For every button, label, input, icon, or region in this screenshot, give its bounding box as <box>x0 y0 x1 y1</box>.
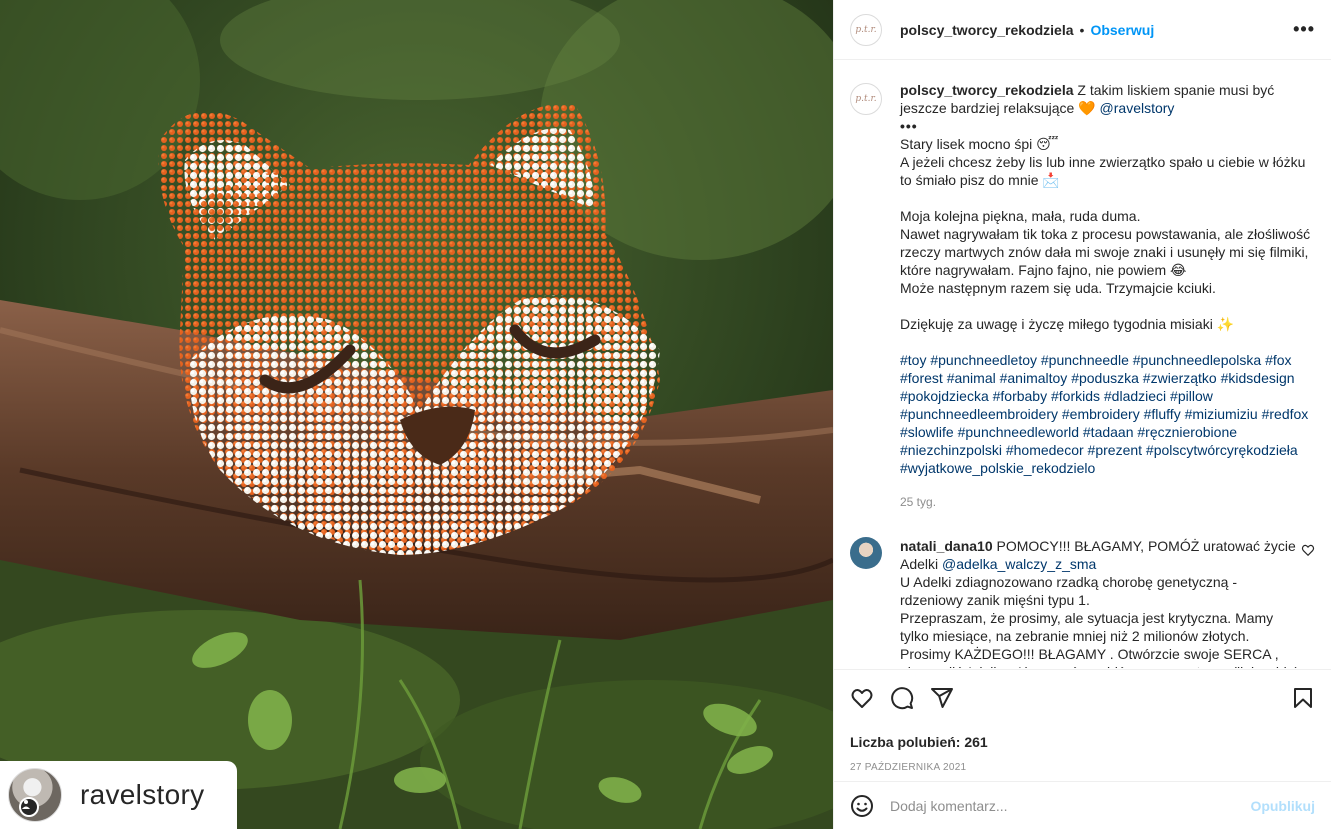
comment-line: U Adelki zdiagnozowano rzadką chorobę ge… <box>900 574 1237 608</box>
post-comment-button[interactable]: Opublikuj <box>1250 798 1315 814</box>
comment-item: natali_dana10 POMOCY!!! BŁAGAMY, POMÓŻ u… <box>850 537 1315 668</box>
post-photo[interactable]: ravelstory <box>0 0 833 829</box>
caption-paragraph: Stary lisek mocno śpi 😴 <box>900 136 1059 152</box>
caption-avatar[interactable]: p.t.r. <box>850 83 882 115</box>
caption-more: ••• <box>900 118 918 134</box>
post-header: p.t.r. polscy_tworcy_rekodziela • Obserw… <box>834 0 1331 60</box>
comment-like-icon[interactable] <box>1301 543 1315 557</box>
tag-avatar <box>8 768 62 822</box>
caption-paragraph: Moja kolejna piękna, mała, ruda duma. <box>900 208 1141 224</box>
comment-mention[interactable]: @adelka_walczy_z_sma <box>942 556 1096 572</box>
avatar-logo-text: p.t.r. <box>855 24 877 35</box>
profile-avatar[interactable]: p.t.r. <box>850 13 882 46</box>
more-options-icon[interactable]: ••• <box>1293 19 1315 40</box>
header-username[interactable]: polscy_tworcy_rekodziela <box>900 22 1074 38</box>
post-date: 27 PAŹDZIERNIKA 2021 <box>850 762 967 773</box>
save-icon[interactable] <box>1291 686 1315 710</box>
comment-line: Prosimy KAŻDEGO!!! BŁAGAMY . Otwórzcie s… <box>900 646 1299 668</box>
comment-line: Przepraszam, że prosimy, ale sytuacja je… <box>900 610 1274 644</box>
caption-paragraph: Może następnym razem się uda. Trzymajcie… <box>900 280 1216 296</box>
caption-text: polscy_tworcy_rekodziela Z takim liskiem… <box>900 81 1315 511</box>
comments-list[interactable]: p.t.r. polscy_tworcy_rekodziela Z takim … <box>834 61 1331 668</box>
action-icons <box>850 686 1315 710</box>
caption: p.t.r. polscy_tworcy_rekodziela Z takim … <box>850 81 1315 511</box>
comment-input[interactable] <box>890 797 1251 814</box>
caption-paragraph: Dziękuję za uwagę i życzę miłego tygodni… <box>900 316 1235 332</box>
fox-pillow-illustration <box>0 0 833 829</box>
comment-text: natali_dana10 POMOCY!!! BŁAGAMY, POMÓŻ u… <box>900 537 1300 668</box>
comment-username[interactable]: natali_dana10 <box>900 538 993 554</box>
follow-button[interactable]: Obserwuj <box>1090 22 1154 38</box>
user-icon <box>19 797 39 817</box>
caption-paragraph: A jeżeli chcesz żeby lis lub inne zwierz… <box>900 154 1306 188</box>
user-tag[interactable]: ravelstory <box>0 761 237 829</box>
like-icon[interactable] <box>850 686 874 710</box>
emoji-icon[interactable] <box>850 794 874 818</box>
separator-dot: • <box>1079 21 1085 38</box>
post-actions: Liczba polubień: 261 27 PAŹDZIERNIKA 202… <box>834 669 1331 780</box>
caption-paragraph: Nawet nagrywałam tik toka z procesu pows… <box>900 226 1311 278</box>
likes-count[interactable]: Liczba polubień: 261 <box>850 734 1315 750</box>
caption-hashtags[interactable]: #toy #punchneedletoy #punchneedle #punch… <box>900 351 1315 477</box>
share-icon[interactable] <box>930 686 954 710</box>
post-sidebar: p.t.r. polscy_tworcy_rekodziela • Obserw… <box>833 0 1331 829</box>
caption-time[interactable]: 25 tyg. <box>900 493 1315 511</box>
avatar-logo-text: p.t.r. <box>855 94 877 104</box>
heart-emoji: 🧡 <box>1078 100 1096 116</box>
comment-icon[interactable] <box>890 686 914 710</box>
tag-username[interactable]: ravelstory <box>80 779 204 811</box>
commenter-avatar[interactable] <box>850 537 882 569</box>
caption-mention[interactable]: @ravelstory <box>1100 100 1175 116</box>
add-comment-bar: Opublikuj <box>834 781 1331 829</box>
caption-username[interactable]: polscy_tworcy_rekodziela <box>900 82 1074 98</box>
